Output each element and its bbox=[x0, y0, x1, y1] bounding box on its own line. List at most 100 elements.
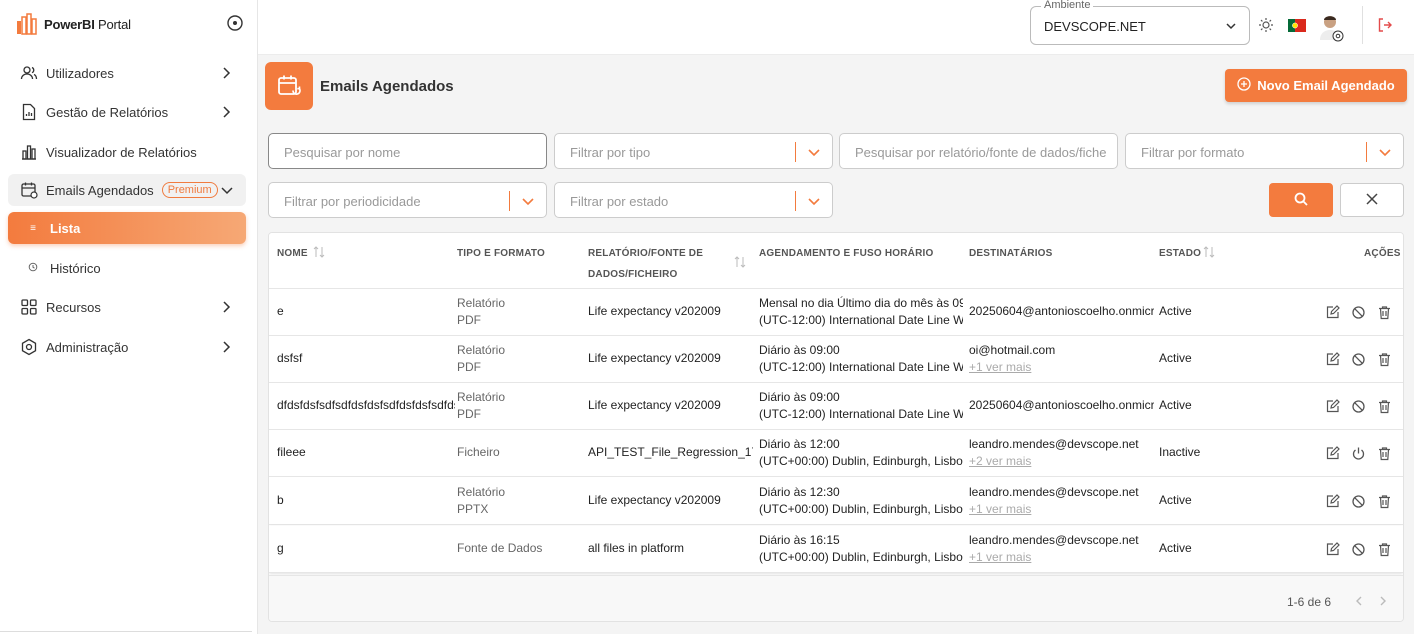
environment-select[interactable]: Ambiente DEVSCOPE.NET bbox=[1030, 0, 1250, 45]
select-separator bbox=[795, 191, 796, 211]
cell-recipients: 20250604@antonioscoelho.onmicrosoft.com bbox=[969, 304, 1154, 318]
brand-name-bold: PowerBI bbox=[44, 16, 95, 32]
brand[interactable]: PowerBI Portal bbox=[16, 12, 131, 36]
sort-icon[interactable] bbox=[1203, 245, 1215, 259]
sidebar-item-administracao[interactable]: Administração bbox=[8, 331, 246, 363]
new-scheduled-email-button[interactable]: Novo Email Agendado bbox=[1225, 69, 1407, 102]
edit-icon[interactable] bbox=[1324, 398, 1340, 414]
premium-badge: Premium bbox=[161, 182, 218, 198]
search-report-input[interactable]: Pesquisar por relatório/fonte de dados/f… bbox=[839, 133, 1118, 169]
periodicity-filter-select[interactable]: Filtrar por periodicidade bbox=[268, 182, 547, 218]
column-header-state: ESTADO bbox=[1159, 248, 1202, 259]
table-row[interactable]: dsfsf Relatório PDF Life expectancy v202009… bbox=[269, 336, 1403, 383]
sidebar-subitem-lista[interactable]: ≡ Lista bbox=[8, 212, 246, 244]
format-filter-select[interactable]: Filtrar por formato bbox=[1125, 133, 1404, 169]
trash-icon[interactable] bbox=[1376, 445, 1392, 461]
more-recipients-link[interactable]: +1 ver mais bbox=[969, 360, 1031, 374]
sidebar-subitem-historico[interactable]: Histórico bbox=[8, 252, 246, 284]
trash-icon[interactable] bbox=[1376, 351, 1392, 367]
grid-icon bbox=[20, 298, 38, 316]
cell-state: Active bbox=[1159, 541, 1192, 555]
deactivate-block-icon[interactable] bbox=[1350, 541, 1366, 557]
sort-icon[interactable] bbox=[313, 245, 325, 259]
calendar-refresh-icon bbox=[20, 181, 38, 199]
cell-recipients: leandro.mendes@devscope.net +1 ver mais bbox=[969, 484, 1154, 518]
cell-schedule: Mensal no dia Último dia do mês às 09:00… bbox=[759, 295, 963, 329]
deactivate-block-icon[interactable] bbox=[1350, 493, 1366, 509]
cell-type-format: Relatório PDF bbox=[457, 389, 582, 423]
search-name-placeholder: Pesquisar por nome bbox=[284, 145, 401, 160]
select-separator bbox=[509, 191, 510, 211]
table-row[interactable]: dfdsfdsfsdfsdfdsfdsfsdfdsfdsfsdfdsf Relat… bbox=[269, 383, 1403, 430]
close-icon bbox=[1365, 192, 1379, 209]
trash-icon[interactable] bbox=[1376, 304, 1392, 320]
cell-type-format: Relatório PPTX bbox=[457, 484, 582, 518]
column-header-schedule: AGENDAMENTO E FUSO HORÁRIO bbox=[759, 248, 934, 259]
state-filter-select[interactable]: Filtrar por estado bbox=[554, 182, 833, 218]
cell-recipient: leandro.mendes@devscope.net bbox=[969, 485, 1139, 499]
sidebar-item-label: Gestão de Relatórios bbox=[46, 104, 169, 120]
cell-schedule: Diário às 12:30 (UTC+00:00) Dublin, Edinb… bbox=[759, 484, 963, 518]
edit-icon[interactable] bbox=[1324, 541, 1340, 557]
column-header-report-l1: RELATÓRIO/FONTE DE bbox=[588, 248, 704, 259]
cell-schedule: Diário às 16:15 (UTC+00:00) Dublin, Edinb… bbox=[759, 532, 963, 566]
cell-report: Life expectancy v202009 bbox=[588, 304, 721, 318]
type-filter-select[interactable]: Filtrar por tipo bbox=[554, 133, 833, 169]
theme-sun-icon[interactable] bbox=[1255, 14, 1277, 36]
header-divider bbox=[1362, 6, 1363, 44]
sort-icon[interactable] bbox=[734, 255, 746, 269]
cell-schedule-text: Mensal no dia Último dia do mês às 09:00 bbox=[759, 296, 963, 310]
deactivate-block-icon[interactable] bbox=[1350, 398, 1366, 414]
more-recipients-link[interactable]: +2 ver mais bbox=[969, 454, 1031, 468]
table-row[interactable]: b Relatório PPTX Life expectancy v202009 Diá… bbox=[269, 478, 1403, 525]
cell-type-format: Relatório PDF bbox=[457, 295, 582, 329]
sidebar-item-emails-agendados[interactable]: Emails Agendados Premium bbox=[8, 174, 246, 206]
top-bar: Ambiente DEVSCOPE.NET bbox=[258, 0, 1414, 55]
edit-icon[interactable] bbox=[1324, 493, 1340, 509]
search-button[interactable] bbox=[1269, 183, 1333, 217]
activate-power-icon[interactable] bbox=[1350, 445, 1366, 461]
trash-icon[interactable] bbox=[1376, 541, 1392, 557]
edit-icon[interactable] bbox=[1324, 351, 1340, 367]
cell-recipients: oi@hotmail.com +1 ver mais bbox=[969, 342, 1154, 376]
table-row[interactable]: g Fonte de Dados all files in platform Diár… bbox=[269, 526, 1403, 573]
more-recipients-link[interactable]: +1 ver mais bbox=[969, 502, 1031, 516]
deactivate-block-icon[interactable] bbox=[1350, 351, 1366, 367]
clear-filters-button[interactable] bbox=[1340, 183, 1404, 217]
edit-icon[interactable] bbox=[1324, 304, 1340, 320]
search-report-placeholder: Pesquisar por relatório/fonte de dados/f… bbox=[855, 145, 1107, 160]
deactivate-block-icon[interactable] bbox=[1350, 304, 1366, 320]
cell-schedule: Diário às 12:00 (UTC+00:00) Dublin, Edinb… bbox=[759, 436, 963, 470]
cell-schedule-text: Diário às 09:00 bbox=[759, 390, 840, 404]
list-icon: ≡ bbox=[30, 222, 36, 234]
sidebar-item-visualizador[interactable]: Visualizador de Relatórios bbox=[8, 136, 246, 168]
sidebar-item-gestao-relatorios[interactable]: Gestão de Relatórios bbox=[8, 96, 246, 128]
report-file-icon bbox=[20, 103, 38, 121]
sidebar-item-recursos[interactable]: Recursos bbox=[8, 291, 246, 323]
previous-page-icon[interactable] bbox=[1352, 594, 1366, 608]
user-avatar[interactable] bbox=[1318, 12, 1344, 42]
cell-type: Relatório bbox=[457, 390, 506, 404]
table-row[interactable]: fileee Ficheiro API_TEST_File_Regression_1… bbox=[269, 430, 1403, 477]
portugal-flag-icon[interactable] bbox=[1288, 19, 1306, 32]
sidebar-item-utilizadores[interactable]: Utilizadores bbox=[8, 57, 246, 89]
collapse-sidebar-icon[interactable] bbox=[226, 14, 244, 32]
logout-icon[interactable] bbox=[1374, 14, 1396, 36]
cell-name: b bbox=[277, 493, 284, 507]
cell-state: Active bbox=[1159, 304, 1192, 318]
chevron-down-icon bbox=[1378, 145, 1392, 159]
column-header-actions: AÇÕES bbox=[1364, 248, 1401, 259]
trash-icon[interactable] bbox=[1376, 398, 1392, 414]
trash-icon[interactable] bbox=[1376, 493, 1392, 509]
edit-icon[interactable] bbox=[1324, 445, 1340, 461]
cell-schedule: Diário às 09:00 (UTC-12:00) International… bbox=[759, 389, 963, 423]
table-row[interactable]: e Relatório PDF Life expectancy v202009 Mens… bbox=[269, 289, 1403, 336]
cell-recipient: 20250604@antonioscoelho.onmicrosoft.com bbox=[969, 398, 1154, 412]
search-name-input[interactable]: Pesquisar por nome bbox=[268, 133, 547, 169]
next-page-icon[interactable] bbox=[1376, 594, 1390, 608]
more-recipients-link[interactable]: +1 ver mais bbox=[969, 550, 1031, 564]
cell-timezone: (UTC+00:00) Dublin, Edinburgh, Lisbon, L… bbox=[759, 454, 963, 468]
state-filter-placeholder: Filtrar por estado bbox=[570, 194, 669, 209]
column-header-report-l2: DADOS/FICHEIRO bbox=[588, 269, 678, 280]
cell-schedule-text: Diário às 12:00 bbox=[759, 437, 840, 451]
